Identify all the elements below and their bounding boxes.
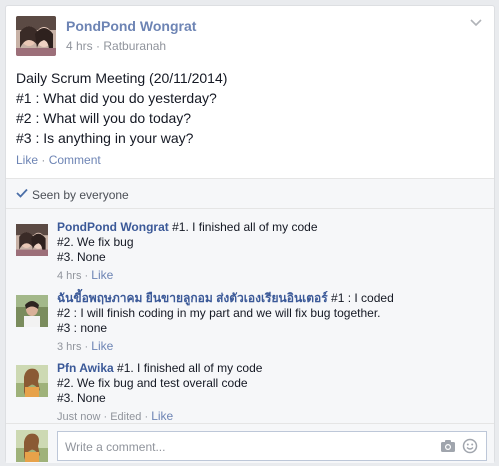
comment-button[interactable]: Comment [49, 153, 101, 167]
post-line: Daily Scrum Meeting (20/11/2014) [16, 70, 228, 86]
post-header: PondPond Wongrat 4 hrs · Ratburanah [16, 16, 486, 58]
author-name[interactable]: PondPond Wongrat [66, 18, 196, 34]
comment-meta: 3 hrs · Like [57, 339, 482, 355]
post-actions: Like · Comment [16, 153, 101, 167]
comment-time[interactable]: 4 hrs [57, 270, 81, 282]
post-location[interactable]: Ratburanah [103, 39, 166, 53]
comment-like-button[interactable]: Like [151, 409, 173, 423]
comment-input[interactable]: Write a comment... [57, 431, 487, 461]
comment-line: #2. We fix bug and test overall code [57, 376, 248, 390]
seen-text[interactable]: Seen by everyone [32, 188, 129, 202]
chevron-down-icon[interactable] [466, 14, 486, 32]
comment-like-button[interactable]: Like [91, 339, 113, 353]
comment-time[interactable]: 3 hrs [57, 341, 81, 353]
comment-text: PondPond Wongrat #1. I finished all of m… [57, 220, 482, 284]
comment-line: #3. None [57, 250, 106, 264]
comment-line: #3. None [57, 391, 106, 405]
post-card: PondPond Wongrat 4 hrs · Ratburanah Dail… [5, 5, 495, 463]
commenter-avatar[interactable] [16, 365, 48, 397]
comment-first-line: #1. I finished all of my code [168, 220, 318, 234]
author-avatar[interactable] [16, 16, 56, 56]
post-line: #2 : What will you do today? [16, 110, 192, 126]
comment-input-placeholder: Write a comment... [65, 440, 166, 454]
comment-time[interactable]: Just now [57, 411, 100, 423]
post-line: #1 : What did you do yesterday? [16, 90, 217, 106]
comment-first-line: #1. I finished all of my code [113, 361, 263, 375]
camera-icon[interactable] [440, 439, 456, 453]
post-body: Daily Scrum Meeting (20/11/2014) #1 : Wh… [16, 68, 476, 148]
post-time[interactable]: 4 hrs [66, 39, 93, 53]
comment-line: #2 : I will finish coding in my part and… [57, 306, 381, 320]
comment-meta: 4 hrs · Like [57, 268, 482, 284]
action-separator: · [41, 153, 46, 167]
comments-section: PondPond Wongrat #1. I finished all of m… [6, 209, 494, 423]
commenter-name[interactable]: ฉันขี้อพฤษภาคม ยืนขายลูกอม ส่งตัวเองเรีย… [57, 291, 328, 305]
seen-bar: Seen by everyone [6, 178, 494, 209]
comment-line: #2. We fix bug [57, 235, 134, 249]
current-user-avatar [16, 430, 48, 462]
post-line: #3 : Is anything in your way? [16, 130, 194, 146]
comment-text: Pfn Awika #1. I finished all of my code … [57, 361, 482, 425]
comment-line: #3 : none [57, 321, 108, 335]
like-button[interactable]: Like [16, 153, 38, 167]
reply-box: Write a comment... [6, 423, 494, 463]
comment-like-button[interactable]: Like [91, 268, 113, 282]
commenter-name[interactable]: PondPond Wongrat [57, 220, 169, 234]
commenter-avatar[interactable] [16, 295, 48, 327]
commenter-avatar[interactable] [16, 224, 48, 256]
post-meta: 4 hrs · Ratburanah [66, 39, 166, 53]
commenter-name[interactable]: Pfn Awika [57, 361, 114, 375]
comment-first-line: #1 : I coded [327, 291, 394, 305]
comment-text: ฉันขี้อพฤษภาคม ยืนขายลูกอม ส่งตัวเองเรีย… [57, 291, 482, 355]
smile-icon[interactable] [462, 438, 478, 454]
comment-edited[interactable]: Edited [110, 411, 141, 423]
checkmark-icon [16, 187, 30, 201]
